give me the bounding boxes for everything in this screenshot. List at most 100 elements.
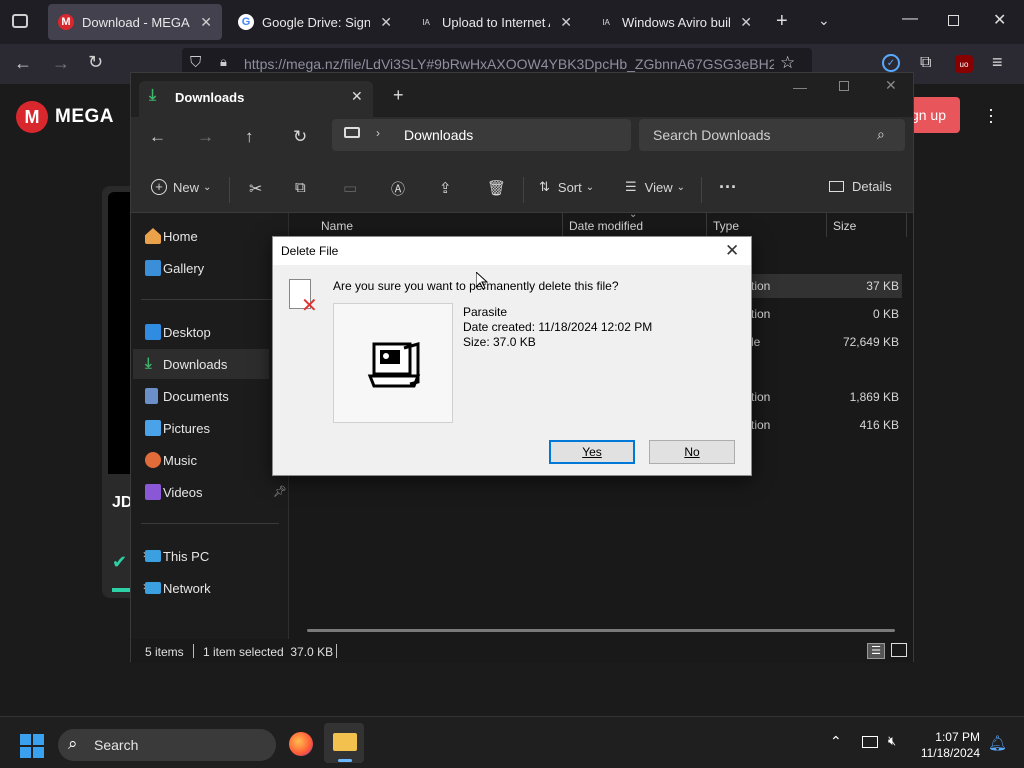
sidebar-item-music[interactable]: Music <box>133 445 269 475</box>
shield-icon[interactable]: ⛉ <box>190 54 201 71</box>
tab-windows-aviro[interactable]: IA Windows Aviro build 4 ✕ <box>588 4 762 40</box>
yes-button[interactable]: Yes <box>549 440 635 464</box>
sidebar-item-videos[interactable]: Videos <box>133 477 269 507</box>
sidebar-item-label: Desktop <box>163 324 211 340</box>
more-options-icon[interactable]: ··· <box>719 177 737 198</box>
close-icon[interactable]: ✕ <box>560 14 572 31</box>
new-button[interactable]: + New ⌄ <box>151 179 211 195</box>
minimize-icon[interactable]: — <box>793 79 807 95</box>
search-input[interactable]: Search Downloads ⌕ <box>639 119 905 151</box>
taskbar-search[interactable]: ⌕ Search <box>58 729 276 761</box>
bookmark-star-icon[interactable]: ☆ <box>780 53 795 73</box>
minimize-icon[interactable]: — <box>902 10 918 28</box>
explorer-tab-downloads[interactable]: ⤓ Downloads ✕ <box>139 81 373 117</box>
mega-brand[interactable]: MEGA <box>55 106 114 128</box>
back-icon[interactable]: ← <box>149 127 166 147</box>
ublock-icon[interactable]: uo <box>955 55 973 73</box>
table-row-size[interactable]: 72,649 KB <box>819 335 899 349</box>
table-row-type[interactable]: tion <box>751 307 770 321</box>
window-close-icon[interactable]: ✕ <box>993 10 1006 30</box>
table-row-type[interactable]: tion <box>751 390 770 404</box>
breadcrumb[interactable]: Downloads <box>404 127 473 143</box>
up-icon[interactable]: ↑ <box>245 127 254 147</box>
sidebar-item-network[interactable]: Network <box>133 573 269 603</box>
details-view-icon[interactable]: ☰ <box>867 643 885 659</box>
windows-start-icon[interactable] <box>20 734 44 758</box>
column-name[interactable]: Name <box>321 219 353 233</box>
sidebar-item-home[interactable]: Home <box>133 221 269 251</box>
horizontal-scrollbar[interactable] <box>307 629 895 632</box>
back-icon[interactable]: ← <box>14 53 32 74</box>
column-size[interactable]: Size <box>833 219 856 233</box>
tab-overview-icon[interactable] <box>12 14 28 28</box>
sidebar-item-this-pc[interactable]: This PC <box>133 541 269 571</box>
tiles-view-icon[interactable] <box>891 643 907 657</box>
menu-icon[interactable]: ≡ <box>992 52 1003 73</box>
volume-muted-icon[interactable]: 🔇︎ <box>888 733 896 749</box>
notification-bell-icon[interactable]: 🔔︎ <box>988 734 1007 752</box>
close-icon[interactable]: ✕ <box>200 14 212 31</box>
sidebar-item-gallery[interactable]: Gallery <box>133 253 269 283</box>
paste-icon[interactable]: ▭ <box>343 179 357 197</box>
share-icon[interactable]: ⇪ <box>439 179 452 197</box>
navigation-pane: Home Gallery Desktop ⤓ Downloads Document… <box>131 213 289 639</box>
new-tab-icon[interactable]: + <box>776 10 788 33</box>
copy-icon[interactable]: ⧉ <box>295 179 306 196</box>
restore-icon[interactable] <box>948 15 959 26</box>
clock-time[interactable]: 1:07 PM <box>914 730 980 744</box>
window-close-icon[interactable]: ✕ <box>885 77 897 94</box>
close-icon[interactable]: ✕ <box>351 88 363 105</box>
mega-logo-icon[interactable]: M <box>16 101 48 133</box>
browser-tab-strip: M Download - MEGA ✕ G Google Drive: Sign… <box>0 0 1024 44</box>
chevron-right-icon[interactable]: › <box>376 126 380 140</box>
display-icon[interactable] <box>862 736 878 748</box>
table-row-type[interactable]: tion <box>751 418 770 432</box>
tray-chevron-up-icon[interactable]: ⌃ <box>830 733 842 750</box>
sidebar-item-downloads[interactable]: ⤓ Downloads <box>133 349 269 379</box>
pictures-icon <box>145 420 161 436</box>
cut-icon[interactable]: ✂ <box>249 179 262 199</box>
monitor-icon <box>344 127 360 138</box>
column-type[interactable]: Type <box>713 219 739 233</box>
table-row-size[interactable]: 0 KB <box>837 307 899 321</box>
table-row-size[interactable]: 416 KB <box>819 418 899 432</box>
search-icon[interactable]: ⌕ <box>877 126 885 143</box>
table-row-type[interactable]: tion <box>751 279 770 293</box>
forward-icon[interactable]: → <box>197 127 214 147</box>
file-explorer-taskbar-button[interactable] <box>324 723 364 763</box>
close-icon[interactable]: ✕ <box>740 14 752 31</box>
extensions-icon[interactable]: ⧉ <box>920 54 931 72</box>
details-button[interactable]: Details <box>829 179 892 194</box>
url-text[interactable]: https://mega.nz/file/LdVi3SLY#9bRwHxAXOO… <box>244 56 774 72</box>
rename-icon[interactable]: Ⓐ <box>391 179 405 199</box>
forward-icon[interactable]: → <box>52 53 70 74</box>
delete-icon[interactable]: 🗑︎ <box>487 179 506 197</box>
sort-button[interactable]: ⇅ Sort ⌄ <box>539 179 594 195</box>
table-row-type[interactable]: le <box>751 335 760 349</box>
sidebar-item-desktop[interactable]: Desktop <box>133 317 269 347</box>
new-tab-icon[interactable]: + <box>393 85 404 106</box>
sidebar-item-documents[interactable]: Documents <box>133 381 269 411</box>
table-row-size[interactable]: 37 KB <box>837 279 899 293</box>
sync-check-icon[interactable]: ✓ <box>882 54 900 72</box>
lock-icon[interactable]: 🔒︎ <box>220 54 227 70</box>
tab-internet-archive-upload[interactable]: IA Upload to Internet Arc ✕ <box>408 4 582 40</box>
more-options-icon[interactable]: ··· <box>988 100 994 130</box>
firefox-icon[interactable] <box>289 732 313 756</box>
tab-google-drive[interactable]: G Google Drive: Sign-in ✕ <box>228 4 402 40</box>
no-button[interactable]: No <box>649 440 735 464</box>
column-date-modified[interactable]: Date modified <box>569 219 643 233</box>
pin-icon[interactable]: 📌︎ <box>273 485 287 498</box>
reload-icon[interactable]: ↻ <box>88 52 103 73</box>
maximize-icon[interactable] <box>839 81 849 91</box>
view-button[interactable]: ☰ View ⌄ <box>625 179 685 195</box>
address-bar[interactable]: › Downloads <box>332 119 631 151</box>
refresh-icon[interactable]: ↻ <box>293 127 307 147</box>
tab-list-chevron-icon[interactable]: ⌄ <box>818 12 830 29</box>
close-icon[interactable]: ✕ <box>380 14 392 31</box>
close-icon[interactable]: ✕ <box>725 241 739 261</box>
table-row-size[interactable]: 1,869 KB <box>819 390 899 404</box>
clock-date[interactable]: 11/18/2024 <box>914 746 980 760</box>
tab-download-mega[interactable]: M Download - MEGA ✕ <box>48 4 222 40</box>
sidebar-item-pictures[interactable]: Pictures <box>133 413 269 443</box>
